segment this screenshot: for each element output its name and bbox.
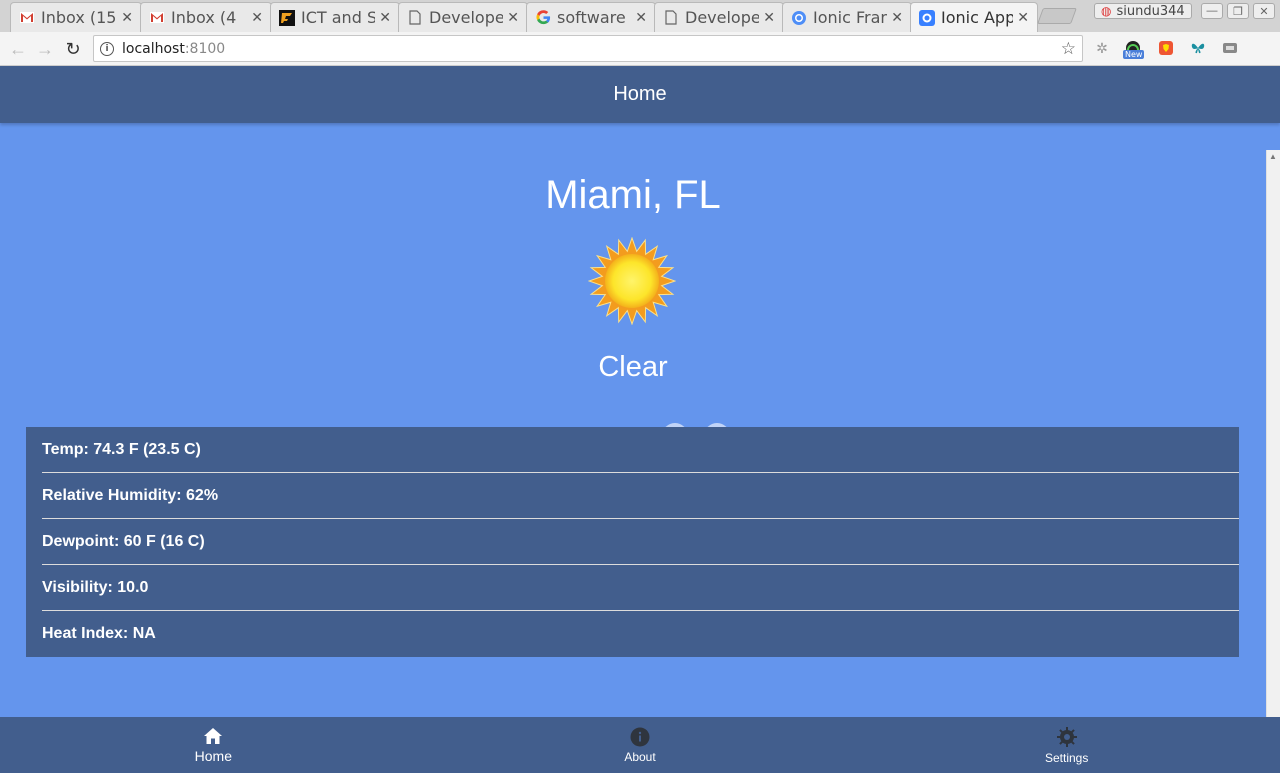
minimize-button[interactable]: — bbox=[1201, 3, 1223, 19]
close-icon[interactable]: ✕ bbox=[891, 10, 903, 26]
tab-title: Inbox (4 bbox=[171, 8, 237, 27]
browser-tab-ict[interactable]: ICT and S ✕ bbox=[270, 2, 400, 32]
reload-button[interactable]: ↻ bbox=[61, 37, 85, 61]
browser-tab-inbox-1[interactable]: Inbox (15 ✕ bbox=[10, 2, 142, 32]
close-icon[interactable]: ✕ bbox=[1017, 10, 1029, 26]
bottom-tab-bar: Home About Settings bbox=[0, 717, 1280, 773]
extension-butterfly-icon[interactable] bbox=[1190, 40, 1206, 56]
document-icon bbox=[663, 10, 679, 26]
document-icon bbox=[407, 10, 423, 26]
detail-temp: Temp: 74.3 F (23.5 C) bbox=[42, 427, 1239, 473]
ict-icon bbox=[279, 9, 295, 26]
ionic-icon bbox=[919, 9, 935, 26]
google-icon bbox=[535, 10, 551, 26]
close-icon[interactable]: ✕ bbox=[379, 10, 391, 26]
ionic-icon bbox=[791, 10, 807, 26]
restore-button[interactable]: ❐ bbox=[1227, 3, 1249, 19]
detail-visibility: Visibility: 10.0 bbox=[42, 565, 1239, 611]
info-icon[interactable]: i bbox=[100, 41, 114, 56]
back-button[interactable]: ← bbox=[6, 37, 30, 61]
url-host: localhost bbox=[122, 40, 185, 57]
extension-cast-icon[interactable] bbox=[1222, 40, 1238, 56]
browser-tab-strip: Inbox (15 ✕ Inbox (4 ✕ ICT and S ✕ Devel… bbox=[0, 0, 1280, 32]
profile-button[interactable]: ◍ siundu344 bbox=[1094, 3, 1192, 19]
browser-toolbar: ← → ↻ i localhost:8100 ☆ ✲ ⋮ bbox=[0, 32, 1280, 90]
sun-icon bbox=[588, 237, 676, 325]
tab-title: Ionic Fran bbox=[813, 8, 888, 27]
gear-icon bbox=[1056, 726, 1077, 747]
scroll-up-arrow-icon[interactable]: ▲ bbox=[1269, 152, 1277, 161]
tab-title: Inbox (15 bbox=[41, 8, 117, 27]
close-icon[interactable]: ✕ bbox=[251, 10, 263, 26]
location-title: Miami, FL bbox=[545, 173, 721, 217]
detail-dewpoint: Dewpoint: 60 F (16 C) bbox=[42, 519, 1239, 565]
close-icon[interactable]: ✕ bbox=[763, 10, 775, 26]
bookmark-star-icon[interactable]: ☆ bbox=[1061, 39, 1076, 59]
condition-label: Clear bbox=[598, 351, 668, 383]
app-header: Home bbox=[0, 66, 1280, 123]
tab-label: Settings bbox=[1045, 750, 1089, 765]
close-window-button[interactable]: ✕ bbox=[1253, 3, 1275, 19]
profile-name: siundu344 bbox=[1116, 3, 1185, 19]
new-tab-button[interactable] bbox=[1037, 8, 1077, 24]
forward-button[interactable]: → bbox=[33, 37, 57, 61]
tab-title: Ionic App bbox=[941, 8, 1014, 27]
browser-tab-inbox-2[interactable]: Inbox (4 ✕ bbox=[140, 2, 272, 32]
detail-humidity: Relative Humidity: 62% bbox=[42, 473, 1239, 519]
tab-label: Home bbox=[194, 747, 233, 764]
gmail-icon bbox=[149, 10, 165, 26]
weather-content: Miami, FL Clear Temp: 74.3 F (23.5 C) Re… bbox=[0, 123, 1266, 717]
browser-tab-ionic-framework[interactable]: Ionic Fran ✕ bbox=[782, 2, 912, 32]
tab-settings[interactable]: Settings bbox=[853, 717, 1280, 773]
browser-tab-develope-1[interactable]: Develope ✕ bbox=[398, 2, 528, 32]
browser-tab-software[interactable]: software ✕ bbox=[526, 2, 656, 32]
extension-new-badge: New bbox=[1123, 50, 1145, 59]
tab-title: ICT and S bbox=[301, 8, 376, 27]
extension-grid-icon[interactable]: ✲ bbox=[1094, 40, 1110, 56]
close-icon[interactable]: ✕ bbox=[507, 10, 519, 26]
tab-title: software bbox=[557, 8, 626, 27]
page-scrollbar[interactable]: ▲ bbox=[1266, 150, 1280, 717]
gmail-icon bbox=[19, 10, 35, 26]
close-icon[interactable]: ✕ bbox=[121, 10, 133, 26]
close-icon[interactable]: ✕ bbox=[635, 10, 647, 26]
tab-about[interactable]: About bbox=[427, 717, 854, 773]
info-icon bbox=[630, 727, 650, 746]
page-title: Home bbox=[613, 83, 667, 105]
home-icon bbox=[204, 727, 223, 744]
tab-title: Develope bbox=[429, 8, 504, 27]
address-bar[interactable]: i localhost:8100 ☆ bbox=[93, 35, 1083, 62]
url-port: :8100 bbox=[184, 40, 226, 57]
extension-shield-icon[interactable] bbox=[1158, 40, 1174, 56]
weather-details-list: Temp: 74.3 F (23.5 C) Relative Humidity:… bbox=[26, 427, 1239, 657]
profile-icon: ◍ bbox=[1101, 4, 1112, 18]
browser-tab-develope-2[interactable]: Develope ✕ bbox=[654, 2, 784, 32]
detail-heat-index: Heat Index: NA bbox=[42, 625, 156, 642]
tab-title: Develope bbox=[685, 8, 760, 27]
tab-home[interactable]: Home bbox=[0, 717, 427, 773]
tab-label: About bbox=[624, 749, 656, 764]
browser-tab-ionic-app[interactable]: Ionic App ✕ bbox=[910, 2, 1038, 32]
